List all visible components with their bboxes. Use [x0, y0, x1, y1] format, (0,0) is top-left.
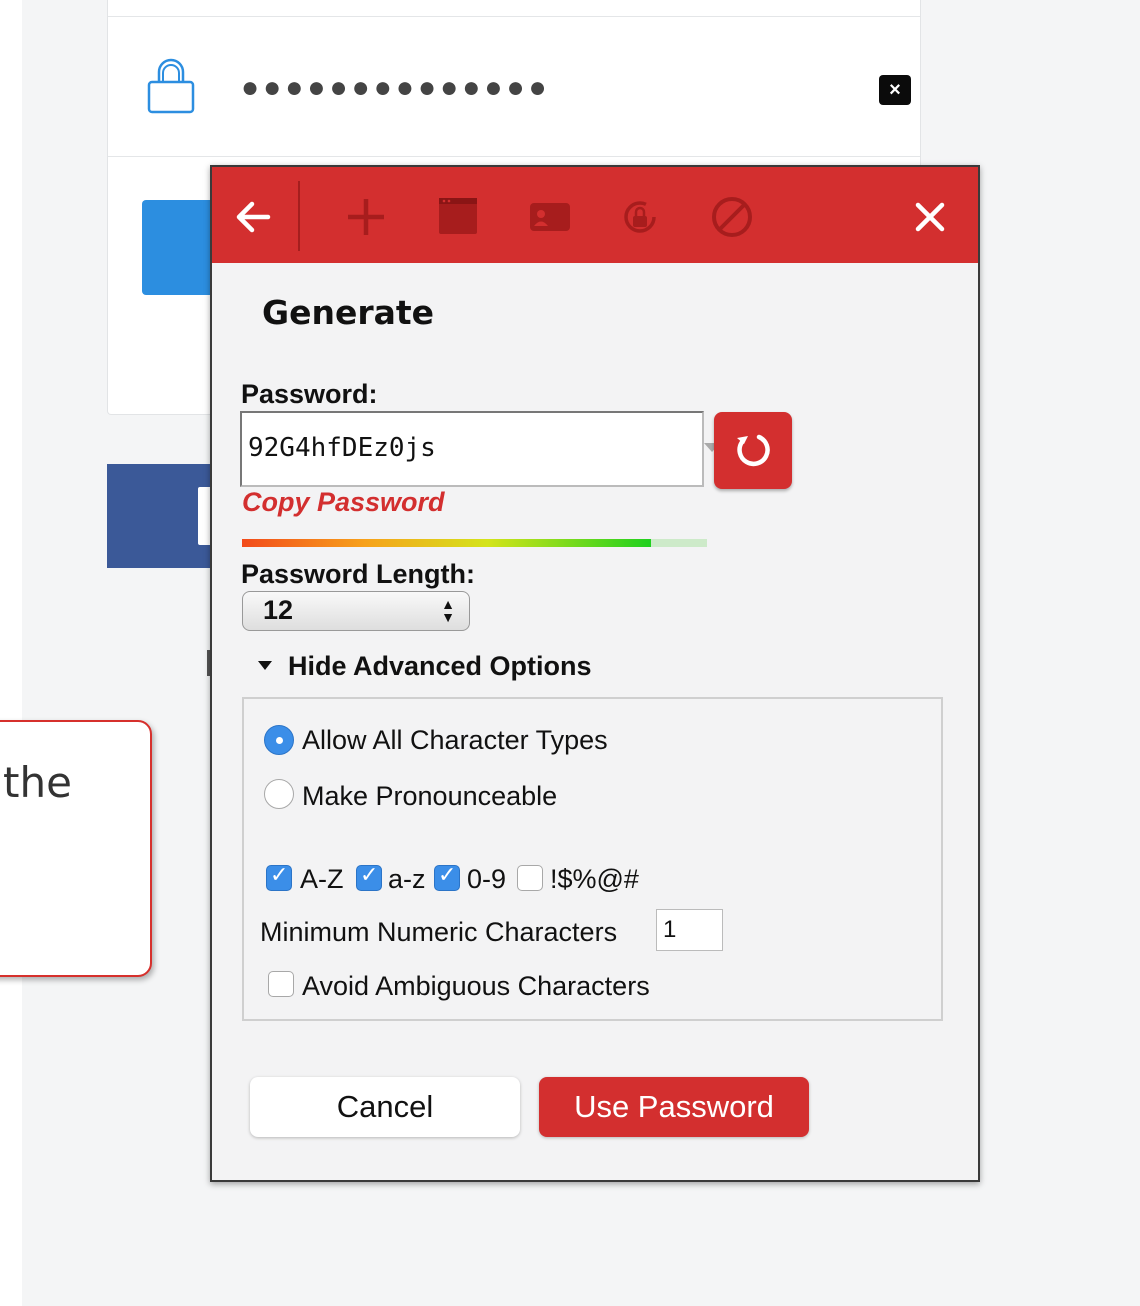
checkbox-symbols[interactable]: [517, 865, 543, 891]
password-input[interactable]: 92G4hfDEz0js: [240, 411, 720, 487]
close-icon[interactable]: [906, 193, 954, 241]
identity-card-icon[interactable]: [528, 195, 572, 239]
disclosure-triangle-icon[interactable]: [258, 661, 272, 670]
popup-header: [212, 167, 978, 263]
password-value: 92G4hfDEz0js: [248, 433, 436, 463]
page-title: Generate: [262, 293, 435, 332]
refresh-icon: [737, 434, 770, 467]
site-icon[interactable]: [436, 195, 480, 239]
secure-note-icon[interactable]: [618, 195, 662, 239]
password-generator-popup: Generate Password: 92G4hfDEz0js Copy Pas…: [210, 165, 980, 1182]
digits-label[interactable]: 0-9: [467, 864, 506, 895]
checkbox-digits[interactable]: [434, 863, 460, 891]
allow-all-radio[interactable]: [264, 725, 294, 755]
symbols-label[interactable]: !$%@#: [550, 864, 639, 895]
back-arrow-icon[interactable]: [230, 193, 278, 241]
copy-password-link[interactable]: Copy Password: [242, 487, 445, 518]
checkbox-avoid-ambiguous[interactable]: [268, 971, 294, 997]
length-value: 12: [263, 595, 294, 625]
password-label: Password:: [241, 379, 378, 409]
uppercase-label[interactable]: A-Z: [300, 864, 344, 895]
pronounceable-radio[interactable]: [264, 779, 294, 809]
avoid-ambiguous-label[interactable]: Avoid Ambiguous Characters: [302, 971, 650, 1002]
stepper-arrows-icon: ▲ ▼: [441, 596, 455, 625]
password-strength-meter: [242, 539, 707, 547]
lock-icon: [147, 58, 195, 114]
min-numeric-label: Minimum Numeric Characters: [260, 917, 618, 947]
use-password-button[interactable]: Use Password: [539, 1077, 809, 1137]
regenerate-button[interactable]: [714, 412, 792, 489]
tooltip-text: the: [3, 758, 72, 807]
allow-all-label[interactable]: Allow All Character Types: [302, 725, 608, 756]
checkbox-lowercase[interactable]: [356, 863, 382, 891]
plus-icon[interactable]: [344, 195, 388, 239]
advanced-options-panel: Allow All Character Types Make Pronounce…: [242, 697, 943, 1021]
length-select[interactable]: 12 ▲ ▼: [242, 591, 470, 631]
cancel-button[interactable]: Cancel: [250, 1077, 520, 1137]
checkbox-uppercase[interactable]: [266, 863, 292, 891]
strength-fill: [242, 539, 652, 547]
lowercase-label[interactable]: a-z: [388, 864, 426, 895]
password-field-dots[interactable]: ●●●●●●●●●●●●●●: [241, 68, 551, 108]
pronounceable-label[interactable]: Make Pronounceable: [302, 781, 557, 812]
length-label: Password Length:: [241, 559, 476, 589]
tutorial-tooltip: the: [0, 720, 152, 977]
header-separator: [298, 181, 300, 251]
min-numeric-input[interactable]: 1: [656, 909, 723, 951]
divider: [108, 16, 920, 17]
never-icon[interactable]: [710, 195, 754, 239]
advanced-options-toggle[interactable]: Hide Advanced Options: [288, 651, 592, 682]
divider: [108, 156, 920, 157]
clear-field-icon[interactable]: ×: [879, 75, 911, 105]
